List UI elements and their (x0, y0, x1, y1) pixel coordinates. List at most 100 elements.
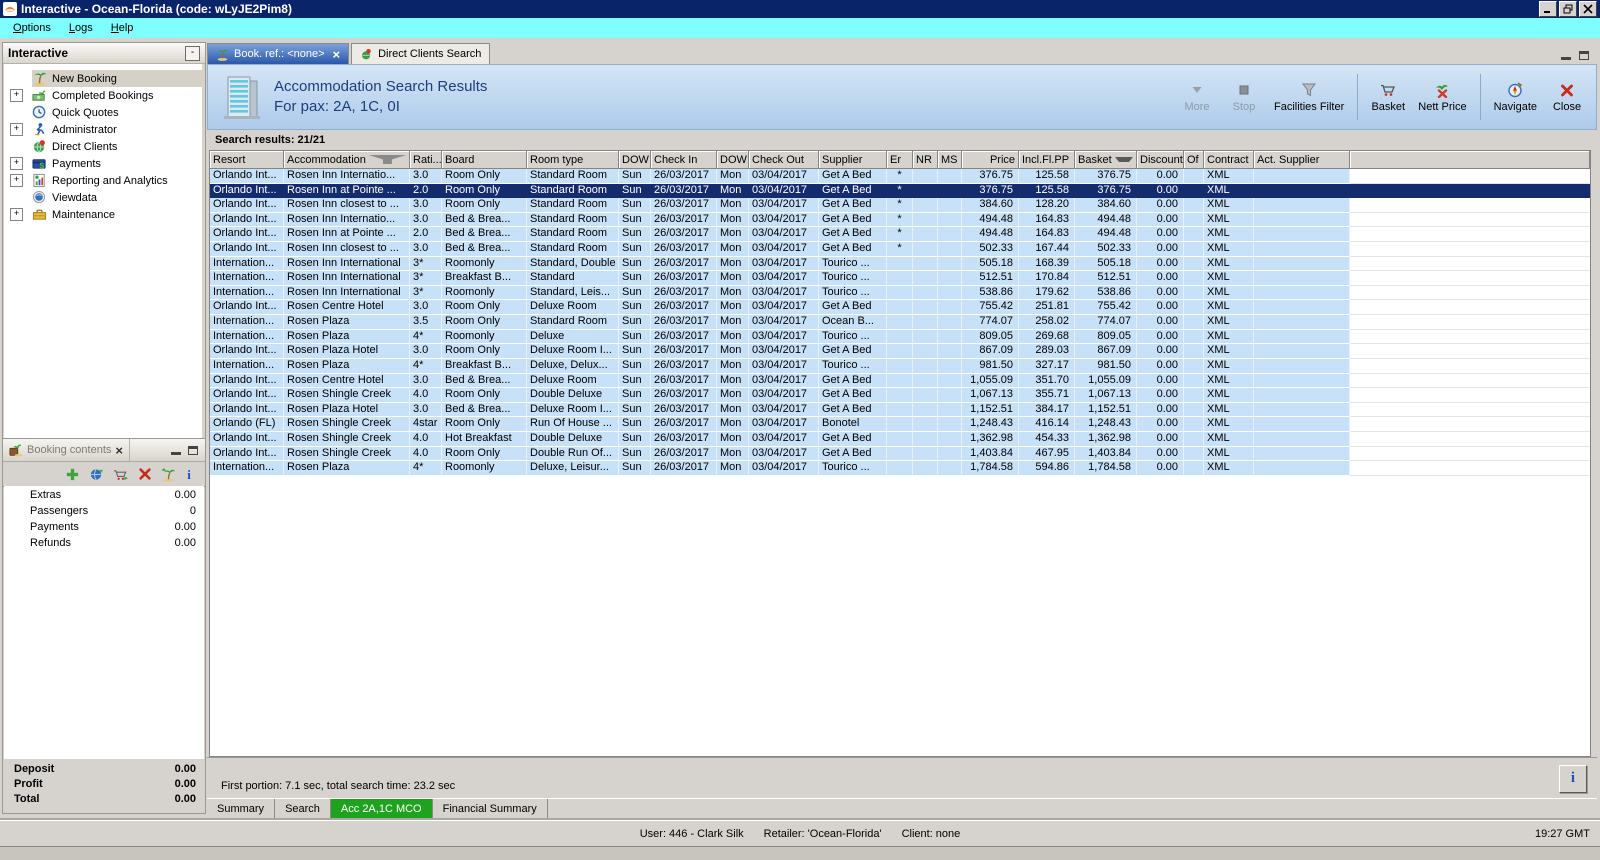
table-row[interactable]: Internation... Rosen Plaza 4* Breakfast B..… (210, 358, 1590, 374)
sidebar-item-direct-clients[interactable]: + Direct Clients (4, 138, 202, 155)
cell: Room Only (442, 300, 527, 316)
expand-icon[interactable]: + (10, 208, 23, 221)
table-row[interactable]: Internation... Rosen Inn International 3* R… (210, 256, 1590, 272)
tab-direct-clients-search[interactable]: Direct Clients Search (351, 43, 491, 64)
column-header-er[interactable]: Er (887, 151, 913, 169)
list-item[interactable]: Payments 0.00 (4, 521, 204, 537)
table-row[interactable]: Orlando Int... Rosen Inn closest to ... 3.… (210, 198, 1590, 213)
expand-icon[interactable]: + (10, 123, 23, 136)
table-row[interactable]: Orlando Int... Rosen Inn Internatio... 3.0… (210, 212, 1590, 228)
sidebar-item-payments[interactable]: + $ Payments (4, 155, 202, 172)
expand-icon[interactable]: + (10, 174, 23, 187)
sidebar-item-completed-bookings[interactable]: + Completed Bookings (4, 87, 202, 104)
table-row[interactable]: Internation... Rosen Plaza 4* Roomonly Delux… (210, 461, 1590, 476)
table-row[interactable]: Orlando Int... Rosen Plaza Hotel 3.0 Room O… (210, 344, 1590, 359)
table-row[interactable]: Internation... Rosen Inn International 3* B… (210, 271, 1590, 286)
close-button[interactable]: Close (1550, 82, 1584, 113)
table-row[interactable]: Internation... Rosen Plaza 3.5 Room Only Sta… (210, 315, 1590, 330)
total-row: Deposit 0.00 (14, 763, 196, 775)
basket-button[interactable]: Basket (1371, 82, 1405, 113)
navigate-button[interactable]: Navigate (1494, 81, 1537, 113)
minimize-panel-icon[interactable] (171, 452, 181, 455)
menu-help[interactable]: Help (102, 20, 143, 36)
table-row[interactable]: Orlando Int... Rosen Inn Internatio... 3.0… (210, 169, 1590, 184)
tab-acc-2a1c-mco[interactable]: Acc 2A,1C MCO (330, 799, 433, 819)
table-row[interactable]: Orlando Int... Rosen Shingle Creek 4.0 Hot … (210, 431, 1590, 447)
sidebar-item-quick-quotes[interactable]: + Quick Quotes (4, 104, 202, 121)
column-header-discount[interactable]: Discount (1137, 151, 1184, 169)
booking-contents-tab[interactable]: Booking contents × (3, 439, 130, 461)
cell (1184, 271, 1204, 286)
restore-button[interactable] (1559, 1, 1577, 17)
collapse-icon[interactable]: - (185, 45, 200, 61)
maximize-panel-icon[interactable] (188, 445, 198, 455)
column-header-act-supplier[interactable]: Act. Supplier (1254, 151, 1350, 169)
column-header-check-in[interactable]: Check In (651, 151, 717, 169)
table-row[interactable]: Orlando Int... Rosen Centre Hotel 3.0 Bed &… (210, 373, 1590, 389)
column-header-board[interactable]: Board (442, 151, 527, 169)
column-header-nr[interactable]: NR (913, 151, 938, 169)
sidebar-item-maintenance[interactable]: + Maintenance (4, 206, 202, 223)
list-item[interactable]: Refunds 0.00 (4, 537, 204, 553)
tab-booking-ref[interactable]: Book. ref.: <none> × (207, 43, 350, 64)
table-row[interactable]: Orlando Int... Rosen Plaza Hotel 3.0 Bed & … (210, 402, 1590, 418)
facilities-filter-button[interactable]: Facilities Filter (1274, 82, 1344, 113)
cell: Sun (619, 431, 651, 447)
cell: XML (1204, 212, 1254, 228)
close-icon[interactable]: × (115, 444, 123, 457)
column-header-accommodation[interactable]: Accommodation (284, 151, 410, 169)
list-item[interactable]: Passengers 0 (4, 505, 204, 521)
info-icon[interactable]: i (185, 467, 195, 482)
tab-summary[interactable]: Summary (207, 799, 276, 819)
column-header-contract[interactable]: Contract (1204, 151, 1254, 169)
column-header-resort[interactable]: Resort (210, 151, 284, 169)
column-header-basket[interactable]: Basket (1075, 151, 1137, 169)
results-toolbar: More Stop Facilities Filter Basket Nett … (1180, 74, 1596, 120)
table-row-selected[interactable]: Orlando Int... Rosen Inn at Pointe ... 2.0… (210, 183, 1590, 199)
menu-options[interactable]: Options (4, 20, 60, 36)
cell: XML (1204, 431, 1254, 447)
column-header-dow[interactable]: DOW (619, 151, 651, 169)
table-row[interactable]: Orlando Int... Rosen Shingle Creek 4.0 Room… (210, 446, 1590, 462)
sidebar-item-reporting-and-analytics[interactable]: + Reporting and Analytics (4, 172, 202, 189)
table-row[interactable]: Orlando (FL) Rosen Shingle Creek 4star Room… (210, 417, 1590, 432)
menu-logs[interactable]: Logs (60, 20, 102, 36)
globe-refresh-icon[interactable] (89, 467, 104, 482)
table-row[interactable]: Orlando Int... Rosen Shingle Creek 4.0 Room… (210, 388, 1590, 403)
column-header-supplier[interactable]: Supplier (819, 151, 887, 169)
close-window-button[interactable] (1579, 1, 1597, 17)
column-header-dow[interactable]: DOW (717, 151, 749, 169)
minimize-button[interactable] (1539, 1, 1557, 17)
table-row[interactable]: Internation... Rosen Plaza 4* Roomonly Delux… (210, 329, 1590, 345)
expand-icon[interactable]: + (10, 157, 23, 170)
table-row[interactable]: Orlando Int... Rosen Inn at Pointe ... 2.0… (210, 227, 1590, 243)
tab-search[interactable]: Search (275, 799, 331, 819)
sidebar-item-viewdata[interactable]: + Viewdata (4, 189, 202, 206)
column-header-ms[interactable]: MS (938, 151, 962, 169)
nett-price-button[interactable]: Nett Price (1418, 82, 1467, 113)
column-header-check-out[interactable]: Check Out (749, 151, 819, 169)
list-item[interactable]: Extras 0.00 (4, 489, 204, 505)
sidebar-item-administrator[interactable]: + Administrator (4, 121, 202, 138)
tab-financial-summary[interactable]: Financial Summary (433, 799, 548, 819)
column-header-of[interactable]: Of (1184, 151, 1204, 169)
add-icon[interactable] (65, 467, 80, 482)
column-header-price[interactable]: Price (962, 151, 1019, 169)
table-row[interactable]: Orlando Int... Rosen Inn closest to ... 3.… (210, 242, 1590, 257)
column-header-room-type[interactable]: Room type (527, 151, 619, 169)
table-row[interactable]: Orlando Int... Rosen Centre Hotel 3.0 Room … (210, 300, 1590, 316)
close-tab-icon[interactable]: × (333, 48, 341, 61)
maximize-view-icon[interactable] (1579, 50, 1589, 60)
expand-icon[interactable]: + (10, 89, 23, 102)
cart-add-icon[interactable] (113, 467, 129, 482)
column-header-rati-[interactable]: Rati... (410, 151, 442, 169)
table-row[interactable]: Internation... Rosen Inn International 3* R… (210, 285, 1590, 301)
delete-icon[interactable] (138, 467, 152, 481)
info-button[interactable]: i (1559, 765, 1587, 793)
minimize-view-icon[interactable] (1561, 57, 1571, 60)
sidebar-item-new-booking[interactable]: + New Booking (4, 70, 202, 87)
palm-upload-icon[interactable] (161, 467, 176, 482)
column-header-incl-fl-pp[interactable]: Incl.Fl.PP (1019, 151, 1075, 169)
cell: 4star (410, 417, 442, 432)
filter-icon[interactable] (368, 155, 406, 164)
